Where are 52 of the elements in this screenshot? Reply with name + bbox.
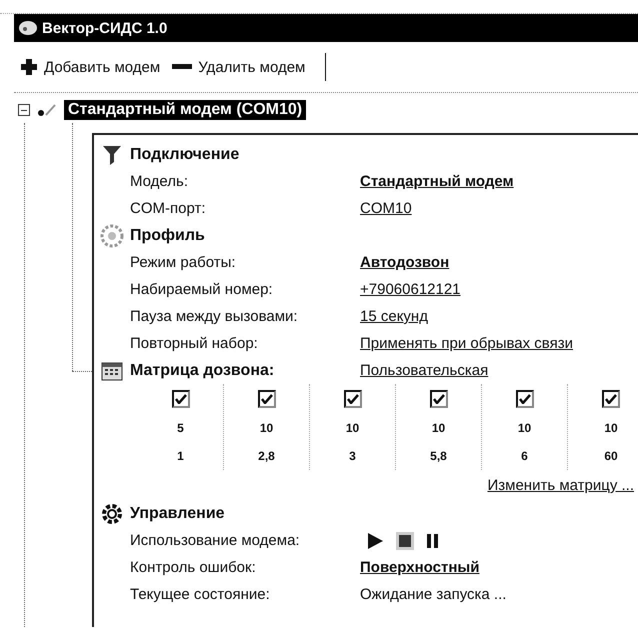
minus-icon (172, 63, 192, 71)
window-title: Вектор-СИДС 1.0 (42, 20, 168, 36)
collapse-icon[interactable] (18, 104, 30, 116)
field-label: Режим работы: (129, 254, 237, 271)
section-title: Профиль (130, 226, 205, 244)
section-title: Управление (130, 504, 225, 522)
interval-value: 2,8 (258, 448, 275, 465)
value-link[interactable]: Поверхностный (360, 559, 480, 576)
section-title: Подключение (130, 146, 240, 164)
gear-icon (100, 502, 124, 526)
count-value: 10 (432, 420, 446, 437)
interval-value: 5,8 (430, 448, 447, 465)
field-label: COM-порт: (129, 200, 207, 217)
checkbox[interactable] (258, 390, 276, 408)
value-link[interactable]: 15 секунд (360, 308, 428, 325)
value-link[interactable]: +79060612121 (360, 281, 461, 298)
checkbox[interactable] (516, 390, 534, 408)
interval-value: 1 (177, 448, 184, 465)
field-value: Ожидание запуска ... (360, 586, 506, 603)
count-value: 10 (260, 420, 274, 437)
count-value: 10 (518, 420, 532, 437)
field-label: Модель: (129, 173, 190, 190)
checkbox[interactable] (602, 390, 620, 408)
modem-icon (36, 102, 58, 118)
app-icon (18, 20, 38, 36)
field-label: Использование модема: (129, 532, 301, 549)
tree-node[interactable]: Стандартный модем (COM10) (64, 100, 306, 120)
count-value: 10 (346, 420, 360, 437)
field-label: Пауза между вызовами: (129, 308, 299, 325)
value-link[interactable]: COM10 (360, 200, 412, 217)
count-value: 5 (177, 420, 184, 437)
checkbox[interactable] (172, 390, 190, 408)
remove-modem-button[interactable]: Удалить модем (170, 56, 308, 78)
field-label: Контроль ошибок: (129, 559, 257, 576)
interval-value: 6 (521, 448, 528, 465)
count-value: 10 (604, 420, 618, 437)
value-link[interactable]: Применять при обрывах связи (360, 335, 573, 352)
add-modem-button[interactable]: Добавить модем (18, 56, 162, 78)
interval-value: 3 (349, 448, 356, 465)
gear-icon (100, 224, 124, 248)
checkbox[interactable] (430, 390, 448, 408)
plus-icon (20, 58, 38, 76)
field-label: Текущее состояние: (129, 586, 271, 603)
value-link[interactable]: Пользовательская (360, 362, 488, 379)
section-title: Матрица дозвона: (130, 362, 276, 380)
change-matrix-link[interactable]: Изменить матрицу ... (487, 476, 634, 494)
value-link[interactable]: Стандартный модем (360, 173, 514, 190)
field-label: Повторный набор: (129, 335, 259, 352)
interval-value: 60 (604, 448, 618, 465)
field-label: Набираемый номер: (129, 281, 274, 298)
checkbox[interactable] (344, 390, 362, 408)
value-link[interactable]: Автодозвон (360, 254, 450, 271)
